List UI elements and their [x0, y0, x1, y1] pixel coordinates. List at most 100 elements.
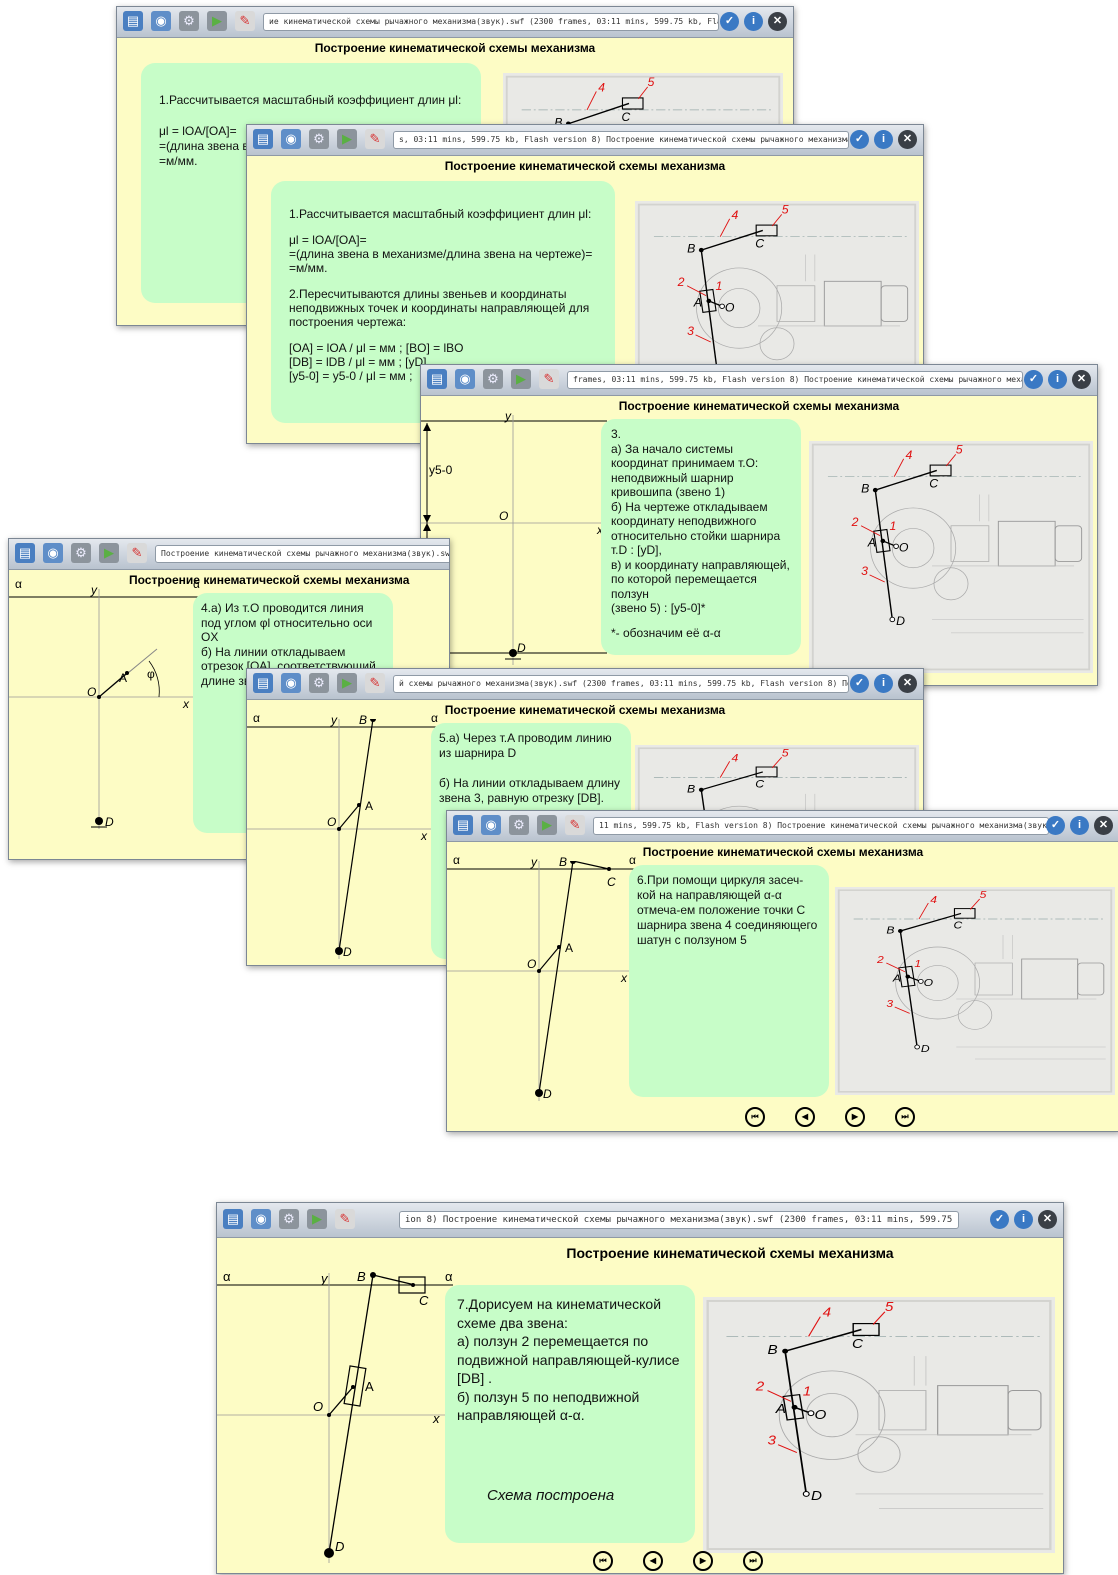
- info-icon[interactable]: i: [874, 130, 893, 149]
- photo-label-a: A: [892, 973, 901, 984]
- point-label-o: O: [499, 509, 509, 523]
- play-icon[interactable]: ▶: [307, 1209, 327, 1229]
- info-icon[interactable]: i: [1048, 370, 1067, 389]
- close-icon[interactable]: ✕: [898, 130, 917, 149]
- document-icon[interactable]: ▤: [453, 815, 473, 835]
- photo-label-c: C: [755, 237, 764, 251]
- slide-title: Построение кинематической схемы механизм…: [129, 573, 410, 587]
- pin-icon[interactable]: ✎: [127, 543, 147, 563]
- document-icon[interactable]: ▤: [253, 129, 273, 149]
- point-label-o: O: [327, 815, 337, 829]
- settings-icon[interactable]: ⚙: [309, 129, 329, 149]
- play-icon[interactable]: ▶: [337, 673, 357, 693]
- settings-icon[interactable]: ⚙: [483, 369, 503, 389]
- swf-icon[interactable]: ◉: [251, 1209, 271, 1229]
- photo-label-c: C: [755, 779, 765, 790]
- play-icon[interactable]: ▶: [537, 815, 557, 835]
- slide-title: Построение кинематической схемы механизм…: [642, 845, 924, 859]
- navigation-bar: ⏮ ◀ ▶ ⏭: [593, 1551, 763, 1571]
- first-slide-button[interactable]: ⏮: [593, 1551, 613, 1571]
- check-icon[interactable]: ✓: [990, 1210, 1009, 1229]
- point-label-b: B: [357, 1269, 366, 1284]
- info-icon[interactable]: i: [874, 674, 893, 693]
- document-icon[interactable]: ▤: [253, 673, 273, 693]
- check-icon[interactable]: ✓: [720, 12, 739, 31]
- point-label-o: O: [527, 957, 537, 971]
- slide-title: Построение кинематической схемы механизм…: [618, 399, 900, 413]
- swf-icon[interactable]: ◉: [455, 369, 475, 389]
- document-icon[interactable]: ▤: [123, 11, 143, 31]
- close-icon[interactable]: ✕: [898, 674, 917, 693]
- guide-label-alpha-left: α: [453, 853, 460, 867]
- point-label-d: D: [343, 945, 352, 959]
- document-icon[interactable]: ▤: [427, 369, 447, 389]
- panel-line: б) На линии откладываем длину звена 3, р…: [439, 776, 621, 805]
- panel-line: б) На чертеже откладываем координату неп…: [611, 499, 781, 558]
- settings-icon[interactable]: ⚙: [309, 673, 329, 693]
- point-label-a: A: [565, 941, 574, 955]
- pin-icon[interactable]: ✎: [539, 369, 559, 389]
- photo-label-c: C: [852, 1336, 864, 1351]
- guide-label-alpha-left: α: [223, 1269, 231, 1284]
- info-icon[interactable]: i: [744, 12, 763, 31]
- axis-label-y: y: [531, 855, 537, 869]
- play-icon[interactable]: ▶: [207, 11, 227, 31]
- info-icon[interactable]: i: [1014, 1210, 1033, 1229]
- pin-icon[interactable]: ✎: [365, 673, 385, 693]
- next-slide-button[interactable]: ▶: [845, 1107, 865, 1127]
- panel-line: [OA] = lOA / μl = мм ; [BO] = lBO: [289, 341, 464, 355]
- pin-icon[interactable]: ✎: [365, 129, 385, 149]
- close-icon[interactable]: ✕: [768, 12, 787, 31]
- photo-label-b: B: [687, 242, 695, 256]
- check-icon[interactable]: ✓: [1046, 816, 1065, 835]
- settings-icon[interactable]: ⚙: [279, 1209, 299, 1229]
- swf-icon[interactable]: ◉: [43, 543, 63, 563]
- pin-icon[interactable]: ✎: [565, 815, 585, 835]
- play-icon[interactable]: ▶: [511, 369, 531, 389]
- guide-label-alpha-right: α: [445, 1269, 453, 1284]
- document-icon[interactable]: ▤: [15, 543, 35, 563]
- axis-label-x: x: [433, 1411, 440, 1426]
- panel-line: а) За начало системы координат принимаем…: [611, 441, 759, 500]
- pin-icon[interactable]: ✎: [235, 11, 255, 31]
- text-panel: 3. а) За начало системы координат приним…: [601, 419, 801, 655]
- info-icon[interactable]: i: [1070, 816, 1089, 835]
- last-slide-button[interactable]: ⏭: [743, 1551, 763, 1571]
- window-step-6: ▤ ◉ ⚙ ▶ ✎ 11 mins, 599.75 kb, Flash vers…: [446, 810, 1118, 1132]
- photo-label-b: B: [861, 482, 869, 496]
- swf-icon[interactable]: ◉: [151, 11, 171, 31]
- axis-label-y: y: [331, 713, 337, 727]
- play-icon[interactable]: ▶: [99, 543, 119, 563]
- settings-icon[interactable]: ⚙: [179, 11, 199, 31]
- photo-label-4: 4: [732, 208, 739, 222]
- next-slide-button[interactable]: ▶: [693, 1551, 713, 1571]
- close-icon[interactable]: ✕: [1094, 816, 1113, 835]
- panel-line: в) и координату направляющей, по которой…: [611, 557, 790, 601]
- photo-label-3: 3: [768, 1433, 777, 1448]
- check-icon[interactable]: ✓: [1024, 370, 1043, 389]
- photo-label-4: 4: [906, 448, 913, 462]
- swf-icon[interactable]: ◉: [281, 673, 301, 693]
- close-icon[interactable]: ✕: [1038, 1210, 1057, 1229]
- photo-label-a: A: [867, 536, 876, 550]
- close-icon[interactable]: ✕: [1072, 370, 1091, 389]
- swf-icon[interactable]: ◉: [481, 815, 501, 835]
- photo-label-a: A: [775, 1401, 786, 1416]
- pin-icon[interactable]: ✎: [335, 1209, 355, 1229]
- previous-slide-button[interactable]: ◀: [643, 1551, 663, 1571]
- settings-icon[interactable]: ⚙: [509, 815, 529, 835]
- play-icon[interactable]: ▶: [337, 129, 357, 149]
- first-slide-button[interactable]: ⏮: [745, 1107, 765, 1127]
- previous-slide-button[interactable]: ◀: [795, 1107, 815, 1127]
- title-bar: ▤ ◉ ⚙ ▶ ✎ й схемы рычажного механизма(зв…: [247, 669, 923, 700]
- check-icon[interactable]: ✓: [850, 674, 869, 693]
- photo-label-1: 1: [914, 959, 921, 970]
- last-slide-button[interactable]: ⏭: [895, 1107, 915, 1127]
- swf-icon[interactable]: ◉: [281, 129, 301, 149]
- axis-label-y: y: [505, 409, 511, 423]
- document-icon[interactable]: ▤: [223, 1209, 243, 1229]
- photo-label-5: 5: [782, 203, 789, 217]
- settings-icon[interactable]: ⚙: [71, 543, 91, 563]
- photo-label-1: 1: [889, 520, 896, 534]
- check-icon[interactable]: ✓: [850, 130, 869, 149]
